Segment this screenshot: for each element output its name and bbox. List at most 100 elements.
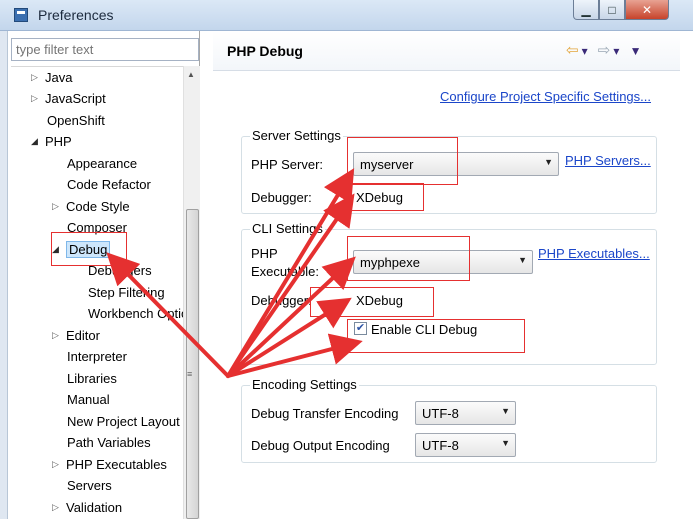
page-navigation: ⇦▾ ⇨▾ ▼ xyxy=(566,41,644,59)
cli-settings-label: CLI Settings xyxy=(250,221,325,236)
tree-item-label: Workbench Options xyxy=(88,305,183,321)
tree-item-label: PHP Executables xyxy=(66,456,167,472)
tree-expand-icon[interactable]: ▷ xyxy=(31,93,45,104)
tree-item-label: Libraries xyxy=(67,370,117,386)
tree-expand-icon[interactable]: ▷ xyxy=(52,459,66,470)
tree-item-label: Validation xyxy=(66,499,123,515)
configure-project-settings-link[interactable]: Configure Project Specific Settings... xyxy=(440,89,651,104)
tree-item-label: JavaScript xyxy=(45,90,106,106)
encoding-settings-label: Encoding Settings xyxy=(250,377,359,392)
tree-item-workbench-options[interactable]: Workbench Options xyxy=(88,303,183,323)
tree-item-label: New Project Layout xyxy=(67,413,180,429)
background-window-edge xyxy=(0,31,8,519)
tree-item-label: Code Refactor xyxy=(67,176,151,192)
debug-output-encoding-select[interactable]: UTF-8 ▼ xyxy=(415,433,516,457)
scroll-up-icon[interactable]: ▲ xyxy=(187,70,195,79)
tree-item-label: Path Variables xyxy=(67,434,151,450)
tree-item-label: Editor xyxy=(66,327,100,343)
chevron-down-icon: ▼ xyxy=(501,406,510,416)
scrollbar-grip-icon: ≡ xyxy=(187,369,193,379)
tree-item-debuggers[interactable]: Debuggers xyxy=(88,260,152,280)
close-icon: ✕ xyxy=(641,2,653,17)
minimize-button[interactable]: ▁ xyxy=(573,0,599,20)
debugger-label: Debugger: xyxy=(251,190,312,205)
debug-output-encoding-label: Debug Output Encoding xyxy=(251,438,390,453)
tree-expand-icon[interactable]: ▷ xyxy=(52,502,66,513)
output-encoding-value: UTF-8 xyxy=(422,438,459,453)
tree-item-php[interactable]: ◢ PHP xyxy=(31,131,72,151)
tree-item-label: Composer xyxy=(67,219,127,235)
tree-item-openshift[interactable]: OpenShift xyxy=(47,110,105,130)
view-menu-icon[interactable]: ▼ xyxy=(630,44,645,58)
enable-cli-debug-label[interactable]: Enable CLI Debug xyxy=(371,322,477,337)
tree-item-label: Interpreter xyxy=(67,348,127,364)
tree-expand-icon[interactable]: ▷ xyxy=(52,330,66,341)
php-executable-label-line1: PHP xyxy=(251,246,278,261)
chevron-down-icon: ▼ xyxy=(501,438,510,448)
tree-item-libraries[interactable]: Libraries xyxy=(67,368,117,388)
tree-item-label: Step Filtering xyxy=(88,284,165,300)
cli-debugger-label: Debugger: xyxy=(251,293,312,308)
tree-item-label: OpenShift xyxy=(47,112,105,128)
back-arrow-icon[interactable]: ⇦ xyxy=(566,42,582,59)
tree-item-label: Debug xyxy=(66,240,111,258)
php-server-label: PHP Server: xyxy=(251,157,324,172)
tree-item-label: PHP xyxy=(45,133,72,149)
php-executable-select[interactable]: myphpexe ▼ xyxy=(353,250,533,274)
tree-item-label: Java xyxy=(45,69,73,85)
close-button[interactable]: ✕ xyxy=(625,0,669,20)
tree-item-code-style[interactable]: ▷ Code Style xyxy=(52,196,130,216)
tree-item-label: Manual xyxy=(67,391,110,407)
maximize-icon: □ xyxy=(608,2,616,17)
tree-collapse-icon[interactable]: ◢ xyxy=(31,136,45,147)
tree-item-step-filtering[interactable]: Step Filtering xyxy=(88,282,165,302)
tree-item-javascript[interactable]: ▷ JavaScript xyxy=(31,88,106,108)
server-settings-label: Server Settings xyxy=(250,128,343,143)
tree-item-editor[interactable]: ▷ Editor xyxy=(52,325,100,345)
debug-transfer-encoding-select[interactable]: UTF-8 ▼ xyxy=(415,401,516,425)
forward-dropdown-icon[interactable]: ▾ xyxy=(613,44,622,58)
back-dropdown-icon[interactable]: ▾ xyxy=(582,44,591,58)
preferences-tree: ▷ Java ▷ JavaScript OpenShift ◢ PHP Appe… xyxy=(11,66,183,519)
debug-transfer-encoding-label: Debug Transfer Encoding xyxy=(251,406,399,421)
tree-item-php-executables[interactable]: ▷ PHP Executables xyxy=(52,454,167,474)
tree-expand-icon[interactable]: ▷ xyxy=(31,72,45,83)
chevron-down-icon: ▼ xyxy=(544,157,553,167)
tree-item-servers[interactable]: Servers xyxy=(67,475,112,495)
php-executable-label-line2: Executable: xyxy=(251,264,319,279)
tree-item-label: Code Style xyxy=(66,198,130,214)
page-title: PHP Debug xyxy=(227,43,303,59)
enable-cli-debug-checkbox[interactable]: ✔ xyxy=(354,322,367,335)
tree-item-composer[interactable]: Composer xyxy=(67,217,127,237)
cli-debugger-value: XDebug xyxy=(356,293,403,308)
maximize-button[interactable]: □ xyxy=(599,0,625,20)
tree-item-label: Appearance xyxy=(67,155,138,171)
php-servers-link[interactable]: PHP Servers... xyxy=(565,153,651,168)
filter-input[interactable] xyxy=(11,38,199,61)
php-server-value: myserver xyxy=(360,157,414,172)
tree-item-appearance[interactable]: Appearance xyxy=(67,153,137,173)
tree-item-validation[interactable]: ▷ Validation xyxy=(52,497,122,517)
tree-item-path-variables[interactable]: Path Variables xyxy=(67,432,151,452)
php-executable-value: myphpexe xyxy=(360,255,420,270)
tree-item-debug[interactable]: ◢ Debug xyxy=(52,239,111,259)
tree-collapse-icon[interactable]: ◢ xyxy=(52,244,66,255)
window-title: Preferences xyxy=(38,7,114,23)
server-debugger-value: XDebug xyxy=(356,190,403,205)
php-server-select[interactable]: myserver ▼ xyxy=(353,152,559,176)
tree-item-code-refactor[interactable]: Code Refactor xyxy=(67,174,151,194)
minimize-icon: ▁ xyxy=(581,2,591,17)
tree-item-interpreter[interactable]: Interpreter xyxy=(67,346,127,366)
scrollbar-thumb[interactable] xyxy=(186,209,199,519)
tree-expand-icon[interactable]: ▷ xyxy=(52,201,66,212)
tree-item-new-project-layout[interactable]: New Project Layout xyxy=(67,411,180,431)
forward-arrow-icon[interactable]: ⇨ xyxy=(598,42,614,59)
tree-scrollbar[interactable]: ▲ ≡ xyxy=(183,66,200,519)
php-executables-link[interactable]: PHP Executables... xyxy=(538,246,650,261)
tree-item-java[interactable]: ▷ Java xyxy=(31,67,72,87)
tree-item-manual[interactable]: Manual xyxy=(67,389,110,409)
preferences-app-icon xyxy=(14,8,28,22)
chevron-down-icon: ▼ xyxy=(518,255,527,265)
tree-item-label: Debuggers xyxy=(88,262,152,278)
transfer-encoding-value: UTF-8 xyxy=(422,406,459,421)
